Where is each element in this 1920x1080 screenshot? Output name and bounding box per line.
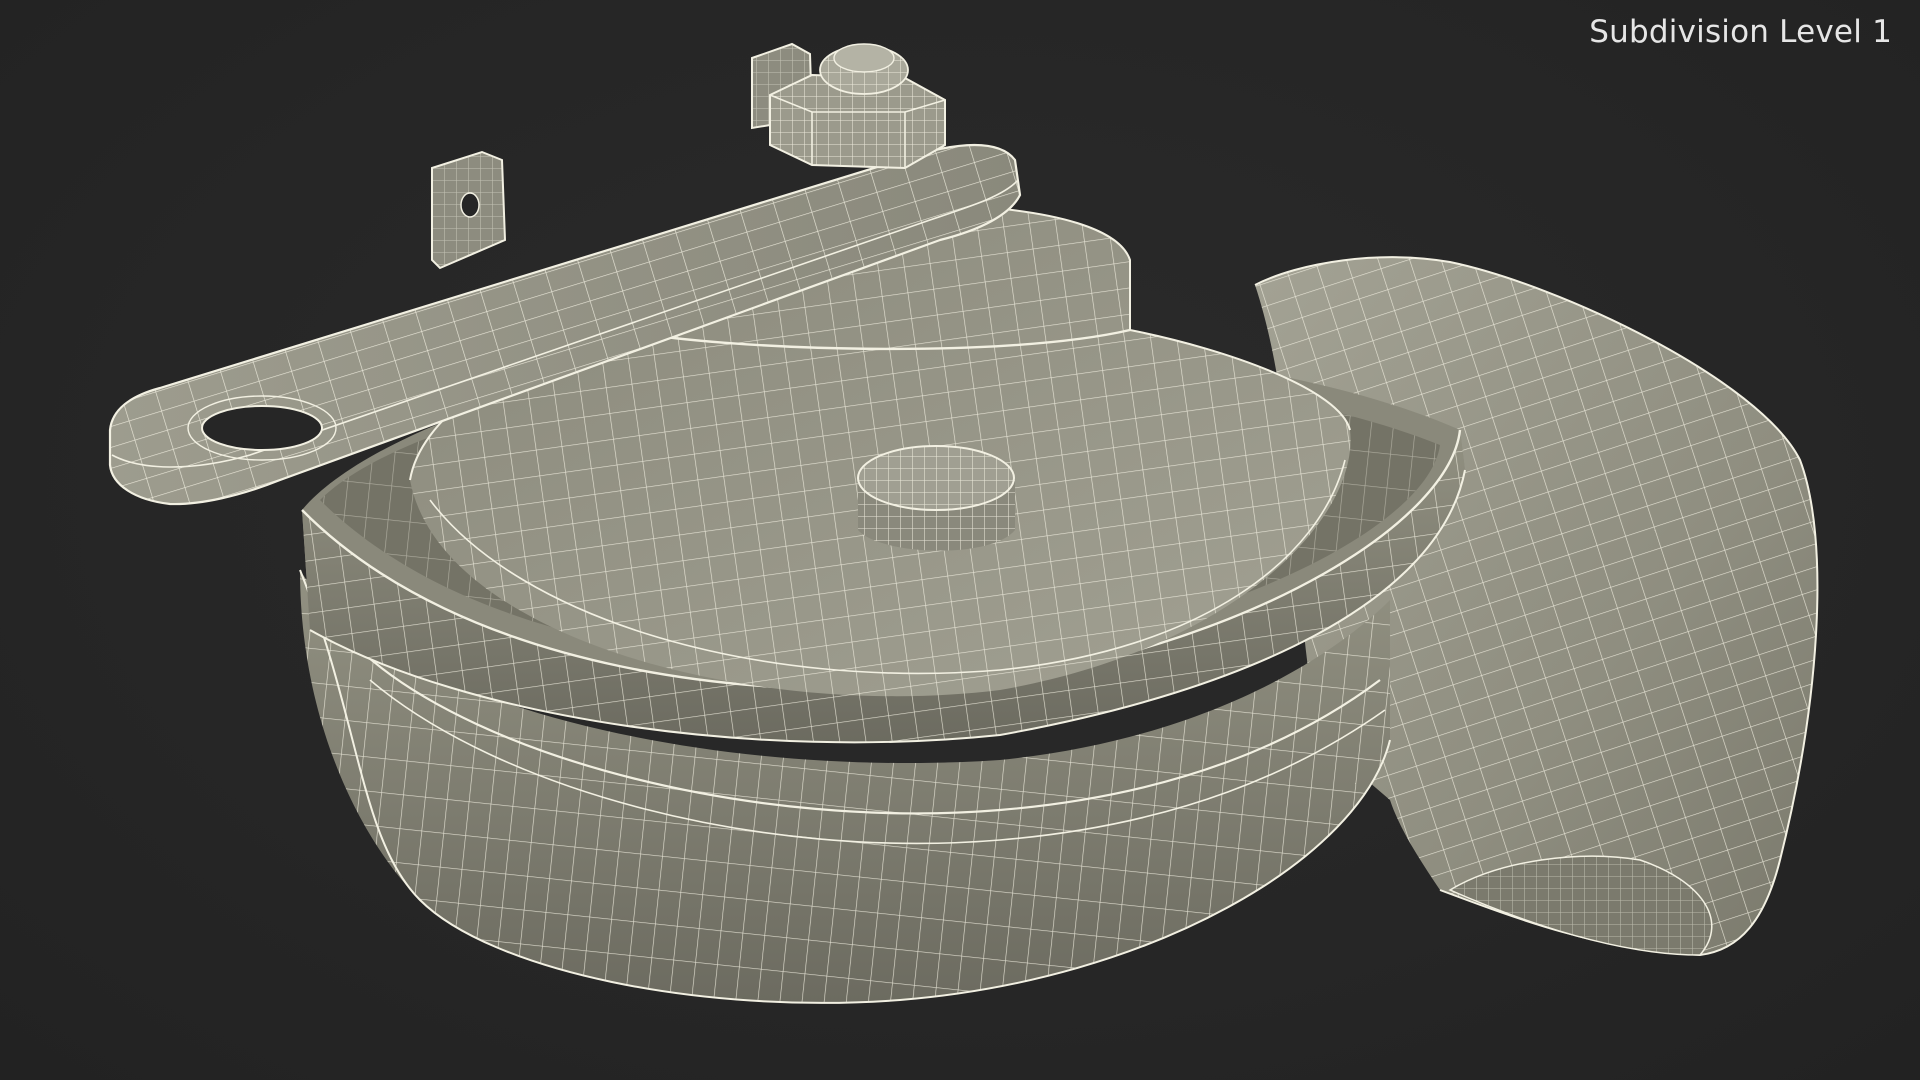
mounting-tab-left	[431, 150, 507, 270]
center-cap	[857, 445, 1015, 551]
wireframe-horn-render	[108, 42, 1819, 1004]
subdivision-level-label: Subdivision Level 1	[1589, 14, 1892, 50]
render-viewport: Subdivision Level 1	[0, 0, 1920, 1080]
